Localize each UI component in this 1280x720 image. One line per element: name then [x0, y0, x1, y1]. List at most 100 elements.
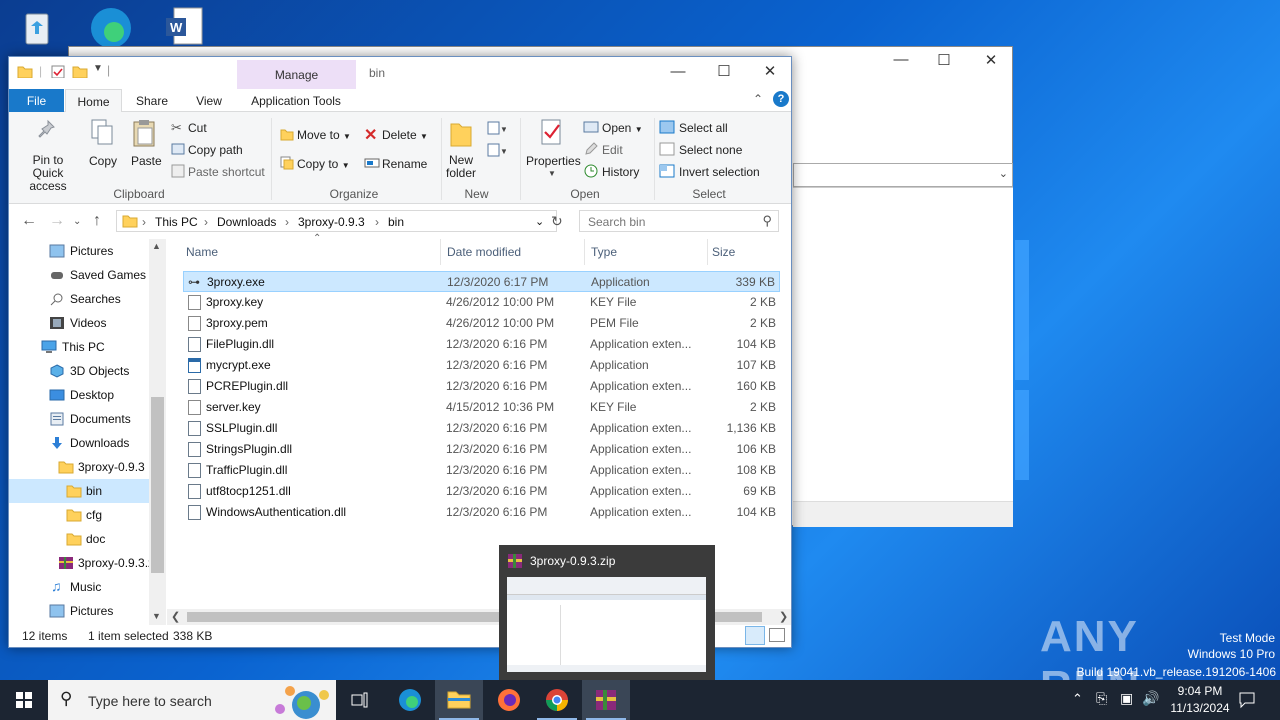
- search-icon[interactable]: ⚲: [762, 213, 772, 229]
- edit-button[interactable]: Edit: [602, 143, 623, 157]
- scroll-left-icon[interactable]: ❮: [171, 610, 180, 623]
- breadcrumb-this-pc[interactable]: This PC: [155, 215, 198, 229]
- scroll-right-icon[interactable]: ❯: [779, 610, 788, 623]
- edge-desktop-icon[interactable]: [86, 4, 131, 48]
- customize-toolbar-icon[interactable]: ▼: [93, 63, 103, 77]
- new-folder-quick-icon[interactable]: [72, 64, 88, 78]
- new-folder-button[interactable]: New folder: [446, 154, 476, 180]
- tab-share[interactable]: Share: [127, 89, 177, 112]
- rename-button[interactable]: Rename: [382, 157, 427, 171]
- copy-button[interactable]: Copy: [89, 154, 117, 168]
- copy-path-button[interactable]: Copy path: [188, 143, 243, 157]
- column-header-size[interactable]: Size: [712, 245, 735, 259]
- forward-arrow-icon[interactable]: →: [49, 212, 65, 230]
- dropdown-field[interactable]: ⌄: [793, 163, 1013, 187]
- tab-view[interactable]: View: [184, 89, 234, 112]
- select-none-button[interactable]: Select none: [679, 143, 742, 157]
- sidebar-item-music[interactable]: ♫ Music: [9, 575, 149, 599]
- column-divider[interactable]: [707, 239, 708, 265]
- invert-selection-button[interactable]: Invert selection: [679, 165, 760, 179]
- volume-icon[interactable]: 🔊: [1142, 690, 1159, 707]
- delete-button[interactable]: Delete ▼: [382, 128, 428, 142]
- sidebar-item-cfg[interactable]: cfg: [9, 503, 149, 527]
- file-row[interactable]: 3proxy.pem 4/26/2012 10:00 PM PEM File 2 KB: [183, 313, 780, 334]
- column-header-date[interactable]: Date modified: [447, 245, 521, 259]
- network-icon[interactable]: ⎘: [1096, 690, 1107, 707]
- back-arrow-icon[interactable]: ←: [21, 212, 37, 230]
- sidebar-item-downloads[interactable]: Downloads: [9, 431, 149, 455]
- breadcrumb-3proxy[interactable]: 3proxy-0.9.3: [298, 215, 365, 229]
- properties-button[interactable]: Properties: [526, 154, 581, 168]
- pin-to-quick-access-button[interactable]: Pin to Quick access: [16, 154, 80, 193]
- notifications-icon[interactable]: [1238, 691, 1256, 709]
- file-row[interactable]: StringsPlugin.dll 12/3/2020 6:16 PM Applic…: [183, 439, 780, 460]
- help-icon[interactable]: ?: [773, 91, 789, 107]
- close-button[interactable]: ✕: [747, 61, 793, 85]
- easy-access-icon[interactable]: ▼: [486, 142, 506, 158]
- large-icons-view-icon[interactable]: [769, 628, 785, 642]
- properties-check-icon[interactable]: [50, 64, 66, 78]
- recent-locations-icon[interactable]: ⌄: [73, 216, 81, 227]
- sidebar-item-bin[interactable]: bin: [9, 479, 149, 503]
- clock-date[interactable]: 11/13/2024: [1164, 701, 1236, 715]
- sidebar-item-3proxy-zip[interactable]: 3proxy-0.9.3.z: [9, 551, 149, 575]
- file-row[interactable]: FilePlugin.dll 12/3/2020 6:16 PM Applicati…: [183, 334, 780, 355]
- column-header-name[interactable]: Name: [186, 245, 218, 259]
- minimize-button[interactable]: —: [881, 51, 921, 68]
- tab-application-tools[interactable]: Application Tools: [239, 89, 353, 112]
- search-input[interactable]: Search bin ⚲: [579, 210, 779, 232]
- sidebar-item-searches[interactable]: Searches: [9, 287, 149, 311]
- maximize-button[interactable]: ☐: [924, 51, 964, 69]
- copy-to-button[interactable]: Copy to ▼: [297, 157, 350, 171]
- open-button[interactable]: Open ▼: [602, 121, 643, 135]
- file-row[interactable]: PCREPlugin.dll 12/3/2020 6:16 PM Applicati…: [183, 376, 780, 397]
- file-row[interactable]: ⊶ 3proxy.exe 12/3/2020 6:17 PM Application…: [183, 271, 780, 292]
- scroll-up-icon[interactable]: ▲: [152, 241, 161, 251]
- cut-button[interactable]: Cut: [188, 121, 207, 135]
- task-view-button[interactable]: [336, 680, 384, 720]
- breadcrumb-downloads[interactable]: Downloads: [217, 215, 276, 229]
- details-view-icon[interactable]: [745, 626, 765, 645]
- file-explorer-taskbar-button[interactable]: [435, 680, 483, 720]
- tab-home[interactable]: Home: [65, 89, 122, 113]
- column-divider[interactable]: [584, 239, 585, 265]
- file-row[interactable]: mycrypt.exe 12/3/2020 6:16 PM Application 1…: [183, 355, 780, 376]
- sidebar-item-saved-games[interactable]: Saved Games: [9, 263, 149, 287]
- firefox-taskbar-button[interactable]: [485, 680, 533, 720]
- tab-file[interactable]: File: [9, 89, 64, 112]
- sidebar-item-pictures-2[interactable]: Pictures: [9, 599, 149, 623]
- history-button[interactable]: History: [602, 165, 639, 179]
- file-row[interactable]: server.key 4/15/2012 10:36 PM KEY File 2 KB: [183, 397, 780, 418]
- recycle-bin-icon[interactable]: [14, 6, 58, 46]
- select-all-button[interactable]: Select all: [679, 121, 728, 135]
- file-row[interactable]: TrafficPlugin.dll 12/3/2020 6:16 PM Applic…: [183, 460, 780, 481]
- chrome-taskbar-button[interactable]: [533, 680, 581, 720]
- paste-shortcut-button[interactable]: Paste shortcut: [188, 165, 265, 179]
- close-button[interactable]: ✕: [971, 51, 1011, 69]
- move-to-button[interactable]: Move to ▼: [297, 128, 351, 142]
- file-row[interactable]: utf8tocp1251.dll 12/3/2020 6:16 PM Applica…: [183, 481, 780, 502]
- chevron-down-icon[interactable]: ⌄: [535, 215, 544, 228]
- show-hidden-icons-icon[interactable]: ⌃: [1072, 691, 1083, 707]
- sidebar-item-pictures[interactable]: Pictures: [9, 239, 149, 263]
- sidebar-item-doc[interactable]: doc: [9, 527, 149, 551]
- winrar-taskbar-button[interactable]: [582, 680, 630, 720]
- file-row[interactable]: SSLPlugin.dll 12/3/2020 6:16 PM Applicatio…: [183, 418, 780, 439]
- file-row[interactable]: 3proxy.key 4/26/2012 10:00 PM KEY File 2 KB: [183, 292, 780, 313]
- network-status-icon[interactable]: ▣: [1120, 690, 1133, 707]
- column-header-type[interactable]: Type: [591, 245, 617, 259]
- refresh-icon[interactable]: ↻: [551, 213, 563, 230]
- sidebar-item-3proxy-folder[interactable]: 3proxy-0.9.3: [9, 455, 149, 479]
- edge-taskbar-button[interactable]: [386, 680, 434, 720]
- taskbar-search-box[interactable]: ⚲ Type here to search: [48, 680, 336, 720]
- breadcrumb-bin[interactable]: bin: [388, 215, 404, 229]
- sidebar-item-desktop[interactable]: Desktop: [9, 383, 149, 407]
- up-arrow-icon[interactable]: ↑: [93, 212, 101, 230]
- collapse-ribbon-icon[interactable]: ⌃: [753, 92, 763, 106]
- maximize-button[interactable]: ☐: [701, 61, 747, 85]
- scroll-down-icon[interactable]: ▼: [152, 611, 161, 621]
- sidebar-item-documents[interactable]: Documents: [9, 407, 149, 431]
- column-divider[interactable]: [440, 239, 441, 265]
- start-button[interactable]: [0, 680, 48, 720]
- sidebar-item-3d-objects[interactable]: 3D Objects: [9, 359, 149, 383]
